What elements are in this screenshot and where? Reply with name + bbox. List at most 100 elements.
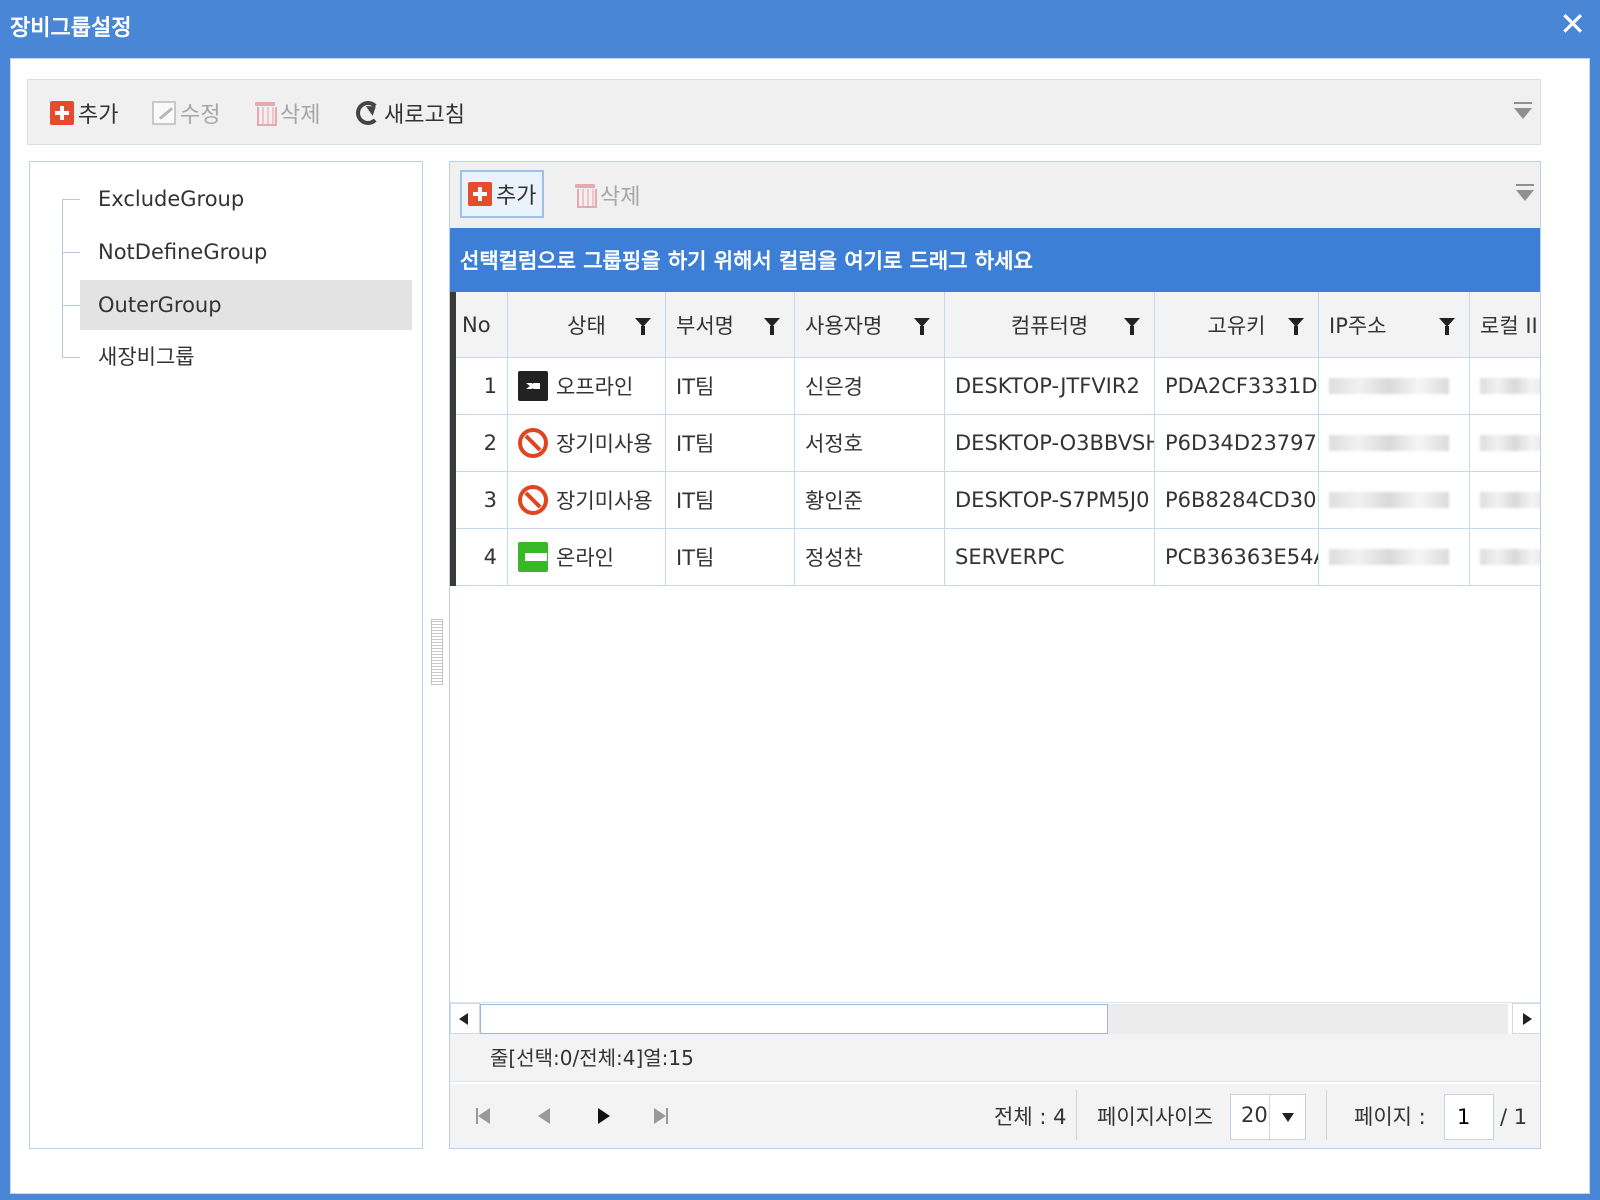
page-size-label: 페이지사이즈: [1097, 1105, 1213, 1129]
filter-icon[interactable]: [1288, 318, 1304, 335]
grid-toolbar: 추가 삭제: [450, 162, 1540, 228]
scroll-thumb[interactable]: [480, 1004, 1108, 1034]
previous-page-icon[interactable]: [534, 1107, 554, 1127]
table-row[interactable]: 3 장기미사용 IT팀 황인준 DESKTOP-S7PM5J0 P6B8284C…: [450, 472, 1540, 529]
status-label: 장기미사용: [556, 489, 653, 513]
device-grid-panel: 추가 삭제 선택컬럼으로 그룹핑을 하기 위해서 컬럼을 여기로 드래그 하세요…: [449, 161, 1541, 1149]
column-ip-address[interactable]: IP주소: [1319, 292, 1470, 358]
trash-icon: [574, 183, 597, 208]
redacted-ip: [1329, 492, 1449, 508]
column-user[interactable]: 사용자명: [795, 292, 945, 358]
filter-icon[interactable]: [635, 318, 651, 335]
collapse-grid-toolbar-icon[interactable]: [1516, 184, 1534, 201]
edit-button-label: 수정: [180, 103, 221, 128]
add-icon: [468, 182, 492, 206]
close-icon[interactable]: ✕: [1559, 6, 1586, 42]
tree-item-not-define-group[interactable]: NotDefineGroup: [80, 227, 412, 277]
edit-icon: [152, 101, 176, 125]
edit-button[interactable]: 수정: [152, 97, 220, 129]
redacted-local-ip: [1480, 492, 1540, 508]
device-group-settings-window: 장비그룹설정 ✕ 추가 수정 삭제 새로고침 ExcludeGroup NotD…: [0, 0, 1600, 1200]
status-cell: 장기미사용: [508, 472, 666, 529]
local-ip-cell: [1470, 415, 1540, 472]
department-cell: IT팀: [666, 358, 795, 415]
current-page-input[interactable]: [1444, 1094, 1494, 1140]
column-local-ip[interactable]: 로컬 II: [1470, 292, 1540, 358]
tree-branch-line: [62, 357, 80, 358]
filter-icon[interactable]: [914, 318, 930, 335]
refresh-button[interactable]: 새로고침: [356, 97, 465, 129]
filter-icon[interactable]: [1439, 318, 1455, 335]
status-label: 장기미사용: [556, 432, 653, 456]
grid-status-text: 줄[선택:0/전체:4]열:15: [450, 1034, 1540, 1082]
row-selection-indicator: [450, 292, 456, 586]
column-no[interactable]: No: [450, 292, 508, 358]
column-label: No: [462, 312, 491, 337]
ip-address-cell: [1319, 358, 1470, 415]
computer-cell: DESKTOP-O3BBVSH: [945, 415, 1155, 472]
grid-add-button[interactable]: 추가: [460, 170, 545, 218]
delete-button[interactable]: 삭제: [254, 97, 320, 129]
horizontal-scrollbar[interactable]: [450, 1002, 1540, 1034]
grid-delete-button[interactable]: 삭제: [574, 179, 640, 211]
tree-item-exclude-group[interactable]: ExcludeGroup: [80, 174, 412, 224]
table-row[interactable]: 1 오프라인 IT팀 신은경 DESKTOP-JTFVIR2 PDA2CF333…: [450, 358, 1540, 415]
collapse-toolbar-icon[interactable]: [1514, 102, 1532, 119]
grid-add-button-label: 추가: [496, 184, 537, 209]
computer-cell: SERVERPC: [945, 529, 1155, 586]
next-page-icon[interactable]: [594, 1107, 614, 1127]
page-size-select[interactable]: 20: [1230, 1094, 1306, 1140]
row-number: 1: [450, 358, 508, 415]
table-row[interactable]: 2 장기미사용 IT팀 서정호 DESKTOP-O3BBVSH P6D34D23…: [450, 415, 1540, 472]
tree-item-new-device-group[interactable]: 새장비그룹: [80, 332, 412, 382]
column-label: 고유키: [1207, 313, 1266, 338]
prohibited-icon: [518, 485, 548, 515]
filter-icon[interactable]: [764, 318, 780, 335]
column-label: 상태: [567, 313, 606, 338]
add-icon: [50, 101, 74, 125]
group-by-drop-zone[interactable]: 선택컬럼으로 그룹핑을 하기 위해서 컬럼을 여기로 드래그 하세요: [450, 228, 1540, 292]
column-unique-key[interactable]: 고유키: [1155, 292, 1319, 358]
redacted-ip: [1329, 435, 1449, 451]
column-label: 사용자명: [805, 313, 883, 338]
row-number: 2: [450, 415, 508, 472]
pager-separator: [1076, 1090, 1077, 1140]
tree-branch-line: [62, 252, 80, 253]
column-department[interactable]: 부서명: [666, 292, 795, 358]
computer-cell: DESKTOP-S7PM5J0: [945, 472, 1155, 529]
tree-item-outer-group[interactable]: OuterGroup: [80, 280, 412, 330]
filter-icon[interactable]: [1124, 318, 1140, 335]
column-status[interactable]: 상태: [508, 292, 666, 358]
local-ip-cell: [1470, 529, 1540, 586]
scroll-right-icon[interactable]: [1512, 1003, 1540, 1034]
prohibited-icon: [518, 428, 548, 458]
department-cell: IT팀: [666, 415, 795, 472]
trash-icon: [254, 101, 277, 126]
chevron-down-icon[interactable]: [1269, 1095, 1305, 1139]
column-computer[interactable]: 컴퓨터명: [945, 292, 1155, 358]
first-page-icon[interactable]: [474, 1107, 494, 1127]
device-table: No 상태 부서명 사용자명 컴퓨터명 고유키 IP주소 로컬 II 1 오프라…: [450, 292, 1540, 586]
column-label: IP주소: [1329, 313, 1387, 338]
pager: 전체 : 4 페이지사이즈 20 페이지 : / 1: [450, 1084, 1540, 1148]
local-ip-cell: [1470, 358, 1540, 415]
add-button[interactable]: 추가: [50, 97, 118, 129]
panel-splitter[interactable]: [431, 619, 443, 685]
refresh-button-label: 새로고침: [384, 103, 465, 128]
total-pages: / 1: [1500, 1105, 1528, 1129]
status-cell: 장기미사용: [508, 415, 666, 472]
last-page-icon[interactable]: [650, 1107, 670, 1127]
user-cell: 신은경: [795, 358, 945, 415]
unique-key-cell: P6D34D237976: [1155, 415, 1319, 472]
column-label: 부서명: [676, 313, 734, 338]
scroll-left-icon[interactable]: [450, 1003, 480, 1034]
online-plug-icon: [518, 542, 548, 572]
scroll-track[interactable]: [1108, 1004, 1508, 1034]
local-ip-cell: [1470, 472, 1540, 529]
user-cell: 서정호: [795, 415, 945, 472]
status-label: 오프라인: [556, 375, 634, 399]
table-row[interactable]: 4 온라인 IT팀 정성찬 SERVERPC PCB36363E54A: [450, 529, 1540, 586]
page-size-value: 20: [1241, 1103, 1268, 1127]
redacted-local-ip: [1480, 549, 1540, 565]
main-toolbar: 추가 수정 삭제 새로고침: [27, 79, 1541, 145]
